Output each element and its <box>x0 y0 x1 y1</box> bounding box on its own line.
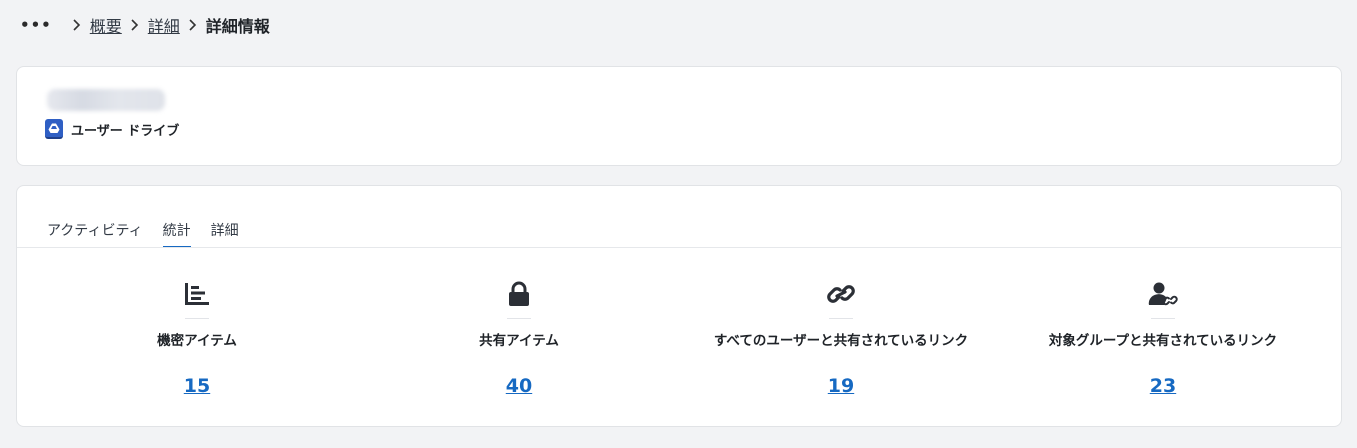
tab-activity[interactable]: アクティビティ <box>47 220 143 248</box>
tab-statistics[interactable]: 統計 <box>162 220 191 248</box>
stat-divider <box>185 318 209 319</box>
lock-icon <box>501 278 537 310</box>
more-options-icon[interactable]: ••• <box>20 16 52 34</box>
stat-sensitive-items: 機密アイテム 15 <box>47 278 347 397</box>
tab-details[interactable]: 詳細 <box>211 220 239 248</box>
chevron-right-icon <box>70 19 84 31</box>
stat-value-link[interactable]: 40 <box>506 375 532 397</box>
stat-divider <box>507 318 531 319</box>
breadcrumb-link-overview[interactable]: 概要 <box>90 13 122 37</box>
chevron-right-icon <box>128 19 142 31</box>
stat-shared-items: 共有アイテム 40 <box>369 278 669 397</box>
stat-value-link[interactable]: 19 <box>828 375 854 397</box>
drive-type: ユーザー ドライブ <box>45 119 179 139</box>
bar-chart-icon <box>179 278 215 310</box>
user-link-icon <box>1145 278 1181 310</box>
breadcrumb-link-details[interactable]: 詳細 <box>148 13 180 37</box>
stat-label: 機密アイテム <box>157 333 237 349</box>
tab-divider <box>17 247 1341 248</box>
chevron-right-icon <box>186 19 200 31</box>
stat-divider <box>829 318 853 319</box>
link-icon <box>823 278 859 310</box>
tab-bar: アクティビティ 統計 詳細 <box>47 220 239 248</box>
stats-card: アクティビティ 統計 詳細 機密アイテム 15 共有アイテム 40 すべてのユー… <box>16 185 1342 427</box>
summary-card: ユーザー ドライブ <box>16 66 1342 166</box>
stat-label: 共有アイテム <box>479 333 559 349</box>
stat-label: すべてのユーザーと共有されているリンク <box>713 333 969 349</box>
drive-label: ユーザー ドライブ <box>71 123 180 139</box>
stat-value-link[interactable]: 15 <box>184 375 210 397</box>
stat-label: 対象グループと共有されているリンク <box>1048 333 1278 349</box>
drive-icon <box>45 119 63 139</box>
stat-value-link[interactable]: 23 <box>1150 375 1176 397</box>
breadcrumb-current: 詳細情報 <box>205 17 270 36</box>
redacted-user-name <box>47 89 165 111</box>
stat-links-shared-group: 対象グループと共有されているリンク 23 <box>1013 278 1313 397</box>
breadcrumb: ••• 概要 詳細 詳細情報 <box>20 12 270 38</box>
stat-links-shared-all: すべてのユーザーと共有されているリンク 19 <box>691 278 991 397</box>
stat-divider <box>1151 318 1175 319</box>
